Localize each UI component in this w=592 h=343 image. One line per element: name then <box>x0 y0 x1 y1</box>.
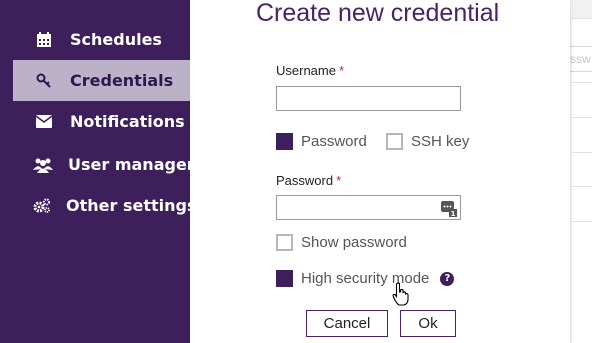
password-type-checkbox[interactable] <box>276 133 293 150</box>
sidebar-item-notifications[interactable]: Notifications <box>13 101 190 142</box>
dialog-title: Create new credential <box>256 0 500 27</box>
sidebar-item-schedules[interactable]: Schedules <box>13 19 190 60</box>
create-credential-dialog: Create new credential Username * Password… <box>190 0 570 343</box>
ok-button[interactable]: Ok <box>400 310 456 337</box>
high-security-checkbox[interactable] <box>276 270 293 287</box>
high-security-option[interactable]: High security mode ? <box>276 270 455 287</box>
ssh-key-checkbox[interactable] <box>386 133 403 150</box>
password-input[interactable]: 1 <box>276 195 461 220</box>
sidebar: Schedules Credentials Notifications User… <box>0 0 190 343</box>
background-table-header <box>572 0 592 19</box>
hand-cursor-icon <box>392 282 410 306</box>
calendar-icon <box>33 31 55 48</box>
password-label: Password * <box>276 173 341 188</box>
sidebar-item-label: Schedules <box>70 30 162 49</box>
password-label-text: Password <box>276 173 334 188</box>
sidebar-item-label: Notifications <box>70 112 185 131</box>
sidebar-item-label: Credentials <box>70 71 174 90</box>
show-password-option[interactable]: Show password <box>276 234 407 251</box>
sidebar-item-user-management[interactable]: User managem <box>13 144 190 185</box>
sidebar-item-label: User managem <box>68 155 190 174</box>
username-label-text: Username <box>276 63 336 78</box>
background-row-divider <box>572 152 592 153</box>
background-row-divider <box>572 82 592 83</box>
help-icon[interactable]: ? <box>440 271 455 286</box>
background-row-divider <box>572 117 592 118</box>
high-security-label: High security mode <box>301 270 430 287</box>
cancel-button[interactable]: Cancel <box>306 310 388 337</box>
sidebar-item-other-settings[interactable]: Other settings <box>13 185 190 226</box>
sidebar-item-credentials[interactable]: Credentials <box>13 60 190 101</box>
gears-icon <box>33 197 51 214</box>
username-label: Username * <box>276 63 344 78</box>
sidebar-item-label: Other settings <box>66 196 190 215</box>
required-marker: * <box>338 63 345 78</box>
auth-type-password-option[interactable]: Password <box>276 133 367 150</box>
background-row-divider <box>572 186 592 187</box>
users-icon <box>33 157 53 173</box>
password-type-label: Password <box>301 133 367 150</box>
required-marker: * <box>336 173 342 188</box>
ssh-key-label: SSH key <box>411 133 470 150</box>
password-manager-icon[interactable]: 1 <box>441 199 457 218</box>
show-password-label: Show password <box>301 234 407 251</box>
background-row-divider <box>572 221 592 222</box>
auth-type-ssh-option[interactable]: SSH key <box>386 133 469 150</box>
envelope-icon <box>33 115 55 128</box>
username-input[interactable] <box>276 86 461 111</box>
svg-text:1: 1 <box>451 210 456 217</box>
show-password-checkbox[interactable] <box>276 234 293 251</box>
key-icon <box>33 73 55 89</box>
